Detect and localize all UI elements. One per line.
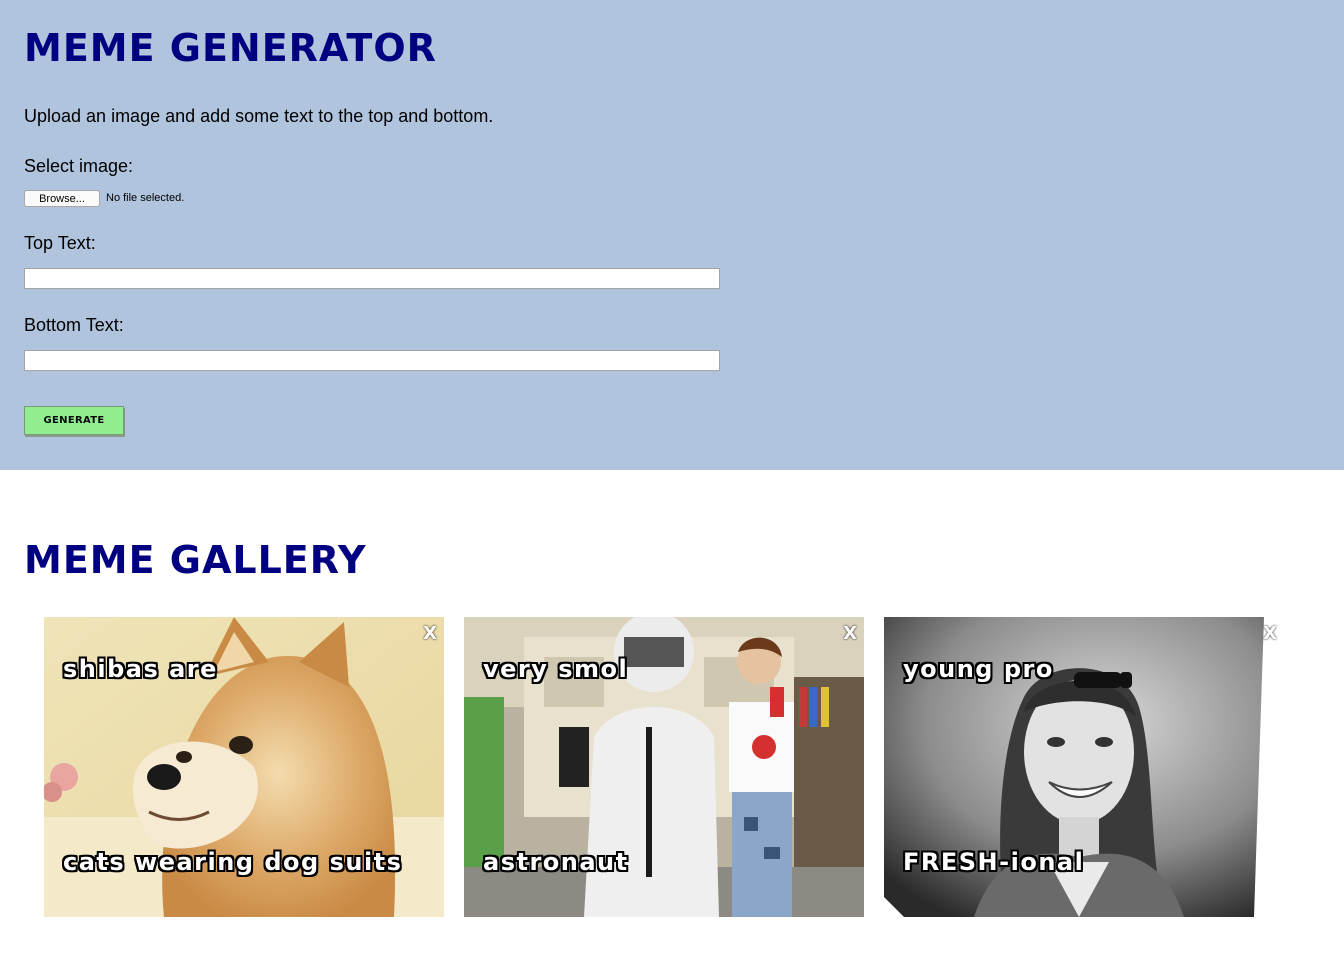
gallery-title: Meme Gallery — [24, 538, 367, 582]
generator-title: Meme Generator — [24, 26, 437, 70]
select-image-label: Select image: — [24, 156, 134, 176]
meme-generator-section: Meme Generator Upload an image and add s… — [0, 0, 1344, 470]
meme-card: very smol astronaut X — [464, 617, 864, 917]
browse-button[interactable]: Browse... — [24, 190, 100, 207]
meme-card: shibas are cats wearing dog suits X — [44, 617, 444, 917]
meme-top-text: shibas are — [63, 655, 218, 683]
meme-card: young pro FRESH-ional X — [884, 617, 1284, 917]
close-icon[interactable]: X — [1263, 623, 1277, 644]
meme-bottom-text: cats wearing dog suits — [63, 848, 403, 876]
top-text-input[interactable] — [24, 268, 720, 289]
generator-intro: Upload an image and add some text to the… — [24, 106, 494, 126]
meme-bottom-text: astronaut — [483, 848, 629, 876]
meme-bottom-text: FRESH-ional — [903, 848, 1085, 876]
file-status: No file selected. — [106, 192, 185, 204]
close-icon[interactable]: X — [423, 623, 437, 644]
close-icon[interactable]: X — [843, 623, 857, 644]
meme-top-text: very smol — [483, 655, 629, 683]
meme-top-text: young pro — [903, 655, 1054, 683]
top-text-label: Top Text: — [24, 233, 96, 253]
generate-button[interactable]: Generate — [24, 406, 124, 435]
bottom-text-label: Bottom Text: — [24, 315, 124, 335]
bottom-text-input[interactable] — [24, 350, 720, 371]
